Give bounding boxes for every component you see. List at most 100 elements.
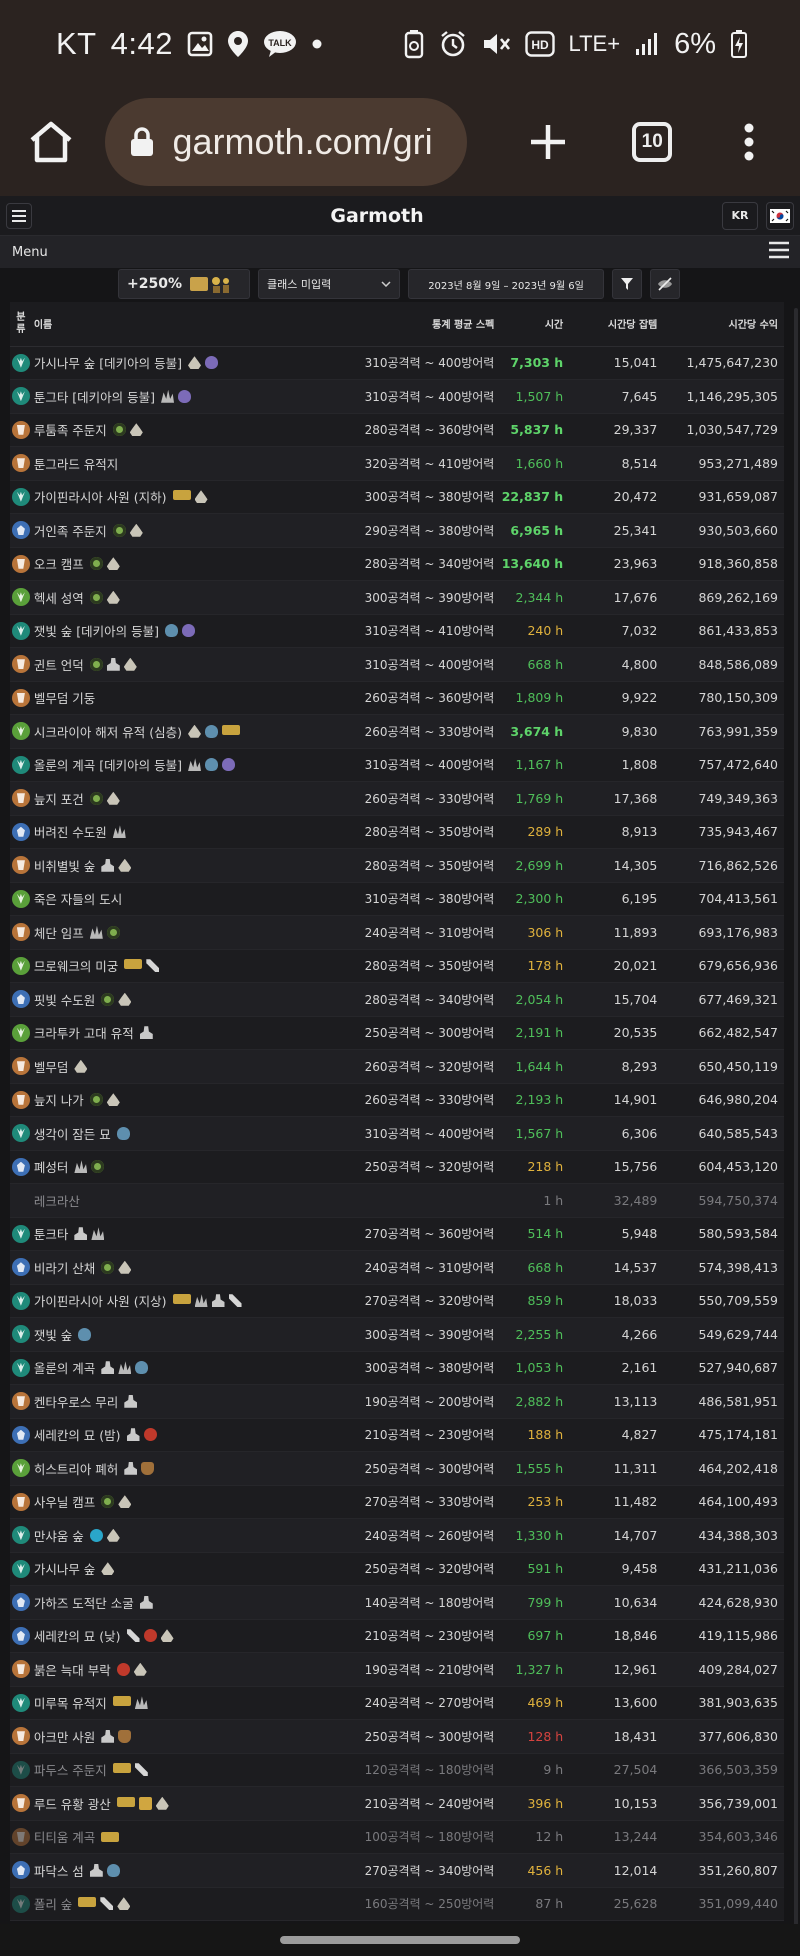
zone-name[interactable]: 폴리 숲: [34, 1897, 72, 1912]
zone-name[interactable]: 비취별빛 숲: [34, 859, 95, 874]
zone-name[interactable]: 버려진 수도원: [34, 825, 107, 840]
zone-name[interactable]: 툰그타 [데키아의 등불]: [34, 390, 155, 405]
table-row[interactable]: 올룬의 계곡 300공격력 ~ 380방어력 1,053 h 2,161 527,940…: [10, 1351, 784, 1385]
table-row[interactable]: 올룬의 계곡 [데키아의 등불] 310공격력 ~ 400방어력 1,167 h 1,…: [10, 748, 784, 782]
table-row[interactable]: 크라투카 고대 유적 250공격력 ~ 300방어력 2,191 h 20,535 66…: [10, 1016, 784, 1050]
zone-name[interactable]: 헥세 성역: [34, 591, 84, 606]
zone-name[interactable]: 가이핀라시아 사원 (지하): [34, 490, 167, 505]
page-scrollbar[interactable]: [794, 308, 798, 1948]
zone-name[interactable]: 티티움 계곡: [34, 1830, 95, 1845]
zone-name[interactable]: 시크라이아 해저 유적 (심층): [34, 725, 182, 740]
zone-name[interactable]: 사우닐 캠프: [34, 1495, 95, 1510]
zone-name[interactable]: 거인족 주둔지: [34, 524, 107, 539]
table-row[interactable]: 폴리 숲 160공격력 ~ 250방어력 87 h 25,628 351,099,440: [10, 1887, 784, 1921]
zone-name[interactable]: 세레칸의 묘 (밤): [34, 1428, 121, 1443]
zone-name[interactable]: 생각이 잠든 묘: [34, 1127, 111, 1142]
zone-name[interactable]: 잿빛 숲: [34, 1328, 72, 1343]
table-row[interactable]: 체단 임프 240공격력 ~ 310방어력 306 h 11,893 693,176,9…: [10, 915, 784, 950]
zone-name[interactable]: 귄트 언덕: [34, 658, 84, 673]
table-row[interactable]: 가시나무 숲 250공격력 ~ 320방어력 591 h 9,458 431,211,0…: [10, 1552, 784, 1586]
table-row[interactable]: 폐성터 250공격력 ~ 320방어력 218 h 15,756 604,453,120: [10, 1150, 784, 1184]
zone-name[interactable]: 아크만 사원: [34, 1730, 95, 1745]
date-range-picker[interactable]: 2023년 8월 9일 – 2023년 9월 6일: [408, 269, 604, 299]
site-logo[interactable]: Garmoth: [32, 205, 722, 227]
table-row[interactable]: 생각이 잠든 묘 310공격력 ~ 400방어력 1,567 h 6,306 640,5…: [10, 1116, 784, 1151]
language-button[interactable]: KR: [722, 201, 758, 230]
zone-name[interactable]: 체단 임프: [34, 926, 84, 941]
col-header-spec[interactable]: 통계 평균 스펙: [328, 302, 501, 347]
table-row[interactable]: 세레칸의 묘 (낮) 210공격력 ~ 230방어력 697 h 18,846 419,…: [10, 1619, 784, 1653]
zone-name[interactable]: 파닥스 섬: [34, 1864, 84, 1879]
zone-name[interactable]: 므로웨크의 미궁: [34, 959, 118, 974]
table-row[interactable]: 미루목 유적지 240공격력 ~ 270방어력 469 h 13,600 381,903…: [10, 1686, 784, 1720]
zone-name[interactable]: 폐성터: [34, 1160, 69, 1175]
zone-name[interactable]: 늪지 나가: [34, 1093, 84, 1108]
table-row[interactable]: 늪지 나가 260공격력 ~ 330방어력 2,193 h 14,901 646,980…: [10, 1083, 784, 1117]
zone-name[interactable]: 툰크타: [34, 1227, 69, 1242]
address-bar[interactable]: garmoth.com/gri: [104, 98, 467, 186]
zone-name[interactable]: 레크라산: [34, 1194, 80, 1209]
table-row[interactable]: 루드 유황 광산 210공격력 ~ 240방어력 396 h 10,153 356,73…: [10, 1786, 784, 1821]
table-row[interactable]: 파두스 주둔지 120공격력 ~ 180방어력 9 h 27,504 366,503,3…: [10, 1753, 784, 1787]
table-row[interactable]: 벨무덤 260공격력 ~ 320방어력 1,644 h 8,293 650,450,11…: [10, 1049, 784, 1084]
zone-name[interactable]: 가이핀라시아 사원 (지상): [34, 1294, 167, 1309]
table-row[interactable]: 붉은 늑대 부락 190공격력 ~ 210방어력 1,327 h 12,961 409,…: [10, 1652, 784, 1687]
menu-toggle-button[interactable]: [768, 241, 790, 263]
zone-name[interactable]: 가하즈 도적단 소굴: [34, 1596, 134, 1611]
zone-name[interactable]: 잿빛 숲 [데키아의 등불]: [34, 624, 159, 639]
table-row[interactable]: 세레칸의 묘 (밤) 210공격력 ~ 230방어력 188 h 4,827 475,1…: [10, 1418, 784, 1452]
tab-switcher-button[interactable]: 10: [621, 109, 684, 175]
zone-name[interactable]: 비라기 산채: [34, 1261, 95, 1276]
table-row[interactable]: 히스트리아 폐허 250공격력 ~ 300방어력 1,555 h 11,311 464,…: [10, 1451, 784, 1486]
table-row[interactable]: 아크만 사원 250공격력 ~ 300방어력 128 h 18,431 377,606,…: [10, 1719, 784, 1754]
table-row[interactable]: 켄타우로스 무리 190공격력 ~ 200방어력 2,882 h 13,113 486,…: [10, 1384, 784, 1419]
table-row[interactable]: 거인족 주둔지 290공격력 ~ 380방어력 6,965 h 25,341 930,5…: [10, 513, 784, 548]
zone-name[interactable]: 핏빛 수도원: [34, 993, 95, 1008]
zone-name[interactable]: 벨무덤: [34, 1060, 69, 1075]
sidebar-toggle-button[interactable]: [6, 202, 32, 229]
zone-name[interactable]: 만샤움 숲: [34, 1529, 84, 1544]
menu-bar[interactable]: Menu: [0, 236, 800, 268]
table-row[interactable]: 만샤움 숲 240공격력 ~ 260방어력 1,330 h 14,707 434,388…: [10, 1518, 784, 1553]
table-row[interactable]: 툰크타 270공격력 ~ 360방어력 514 h 5,948 580,593,584: [10, 1217, 784, 1251]
zone-name[interactable]: 켄타우로스 무리: [34, 1395, 118, 1410]
table-row[interactable]: 귄트 언덕 310공격력 ~ 400방어력 668 h 4,800 848,586,08…: [10, 647, 784, 682]
zone-name[interactable]: 루툼족 주둔지: [34, 423, 107, 438]
table-row[interactable]: 툰그타 [데키아의 등불] 310공격력 ~ 400방어력 1,507 h 7,645…: [10, 379, 784, 414]
zone-name[interactable]: 세레칸의 묘 (낮): [34, 1629, 121, 1644]
zone-name[interactable]: 루드 유황 광산: [34, 1797, 111, 1812]
col-header-loot[interactable]: 시간당 잡템: [569, 302, 664, 347]
class-select[interactable]: 클래스 미입력: [258, 269, 400, 299]
table-row[interactable]: 헥세 성역 300공격력 ~ 390방어력 2,344 h 17,676 869,262…: [10, 580, 784, 615]
table-row[interactable]: 늪지 포건 260공격력 ~ 330방어력 1,769 h 17,368 749,349…: [10, 781, 784, 816]
zone-name[interactable]: 올룬의 계곡: [34, 1361, 95, 1376]
zone-name[interactable]: 미루목 유적지: [34, 1696, 107, 1711]
table-row[interactable]: 핏빛 수도원 280공격력 ~ 340방어력 2,054 h 15,704 677,46…: [10, 982, 784, 1017]
table-row[interactable]: 티티움 계곡 100공격력 ~ 180방어력 12 h 13,244 354,603,3…: [10, 1820, 784, 1854]
new-tab-button[interactable]: [517, 109, 580, 175]
table-row[interactable]: 오크 캠프 280공격력 ~ 340방어력 13,640 h 23,963 918,36…: [10, 547, 784, 581]
zone-name[interactable]: 가시나무 숲 [데키아의 등불]: [34, 356, 182, 371]
table-row[interactable]: 죽은 자들의 도시 310공격력 ~ 380방어력 2,300 h 6,195 704,…: [10, 882, 784, 916]
home-gesture-handle[interactable]: [280, 1936, 520, 1944]
zone-name[interactable]: 툰그라드 유적지: [34, 457, 118, 472]
table-row[interactable]: 파닥스 섬 270공격력 ~ 340방어력 456 h 12,014 351,260,8…: [10, 1853, 784, 1888]
table-row[interactable]: 루툼족 주둔지 280공격력 ~ 360방어력 5,837 h 29,337 1,030…: [10, 413, 784, 447]
zone-name[interactable]: 붉은 늑대 부락: [34, 1663, 111, 1678]
loot-bonus-selector[interactable]: +250%: [118, 269, 250, 299]
zone-name[interactable]: 벨무덤 기둥: [34, 691, 95, 706]
more-options-button[interactable]: [718, 109, 781, 175]
zone-name[interactable]: 죽은 자들의 도시: [34, 892, 122, 907]
col-header-class[interactable]: 분류: [10, 302, 32, 347]
table-row[interactable]: 비라기 산채 240공격력 ~ 310방어력 668 h 14,537 574,398,…: [10, 1250, 784, 1285]
table-row[interactable]: 비취별빛 숲 280공격력 ~ 350방어력 2,699 h 14,305 716,86…: [10, 848, 784, 883]
table-row[interactable]: 므로웨크의 미궁 280공격력 ~ 350방어력 178 h 20,021 679,65…: [10, 949, 784, 983]
table-row[interactable]: 가하즈 도적단 소굴 140공격력 ~ 180방어력 799 h 10,634 424,…: [10, 1585, 784, 1620]
table-row[interactable]: 시크라이아 해저 유적 (심층) 260공격력 ~ 330방어력 3,674 h 9,…: [10, 714, 784, 749]
table-row[interactable]: 잿빛 숲 [데키아의 등불] 310공격력 ~ 410방어력 240 h 7,032 8…: [10, 614, 784, 648]
table-row[interactable]: 잿빛 숲 300공격력 ~ 390방어력 2,255 h 4,266 549,629,7…: [10, 1317, 784, 1352]
zone-name[interactable]: 파두스 주둔지: [34, 1763, 107, 1778]
zone-name[interactable]: 가시나무 숲: [34, 1562, 95, 1577]
zone-name[interactable]: 오크 캠프: [34, 557, 84, 572]
col-header-time[interactable]: 시간: [500, 302, 570, 347]
